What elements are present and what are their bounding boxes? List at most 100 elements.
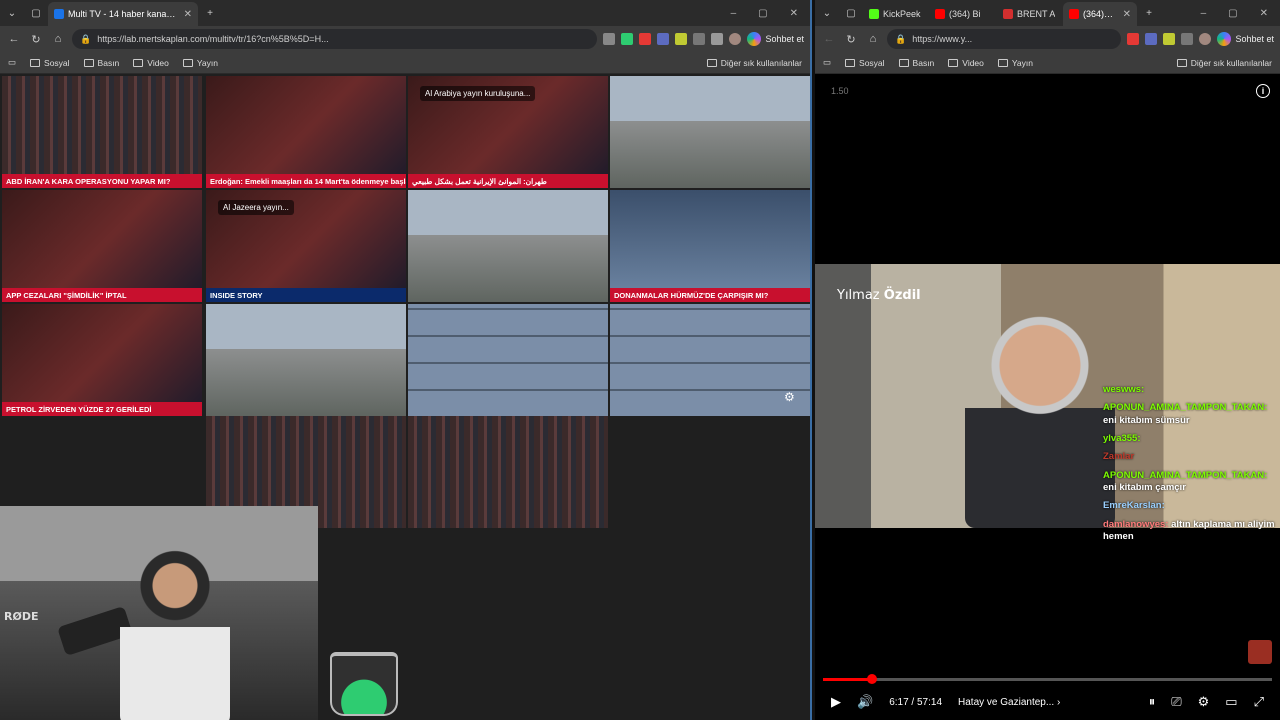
- bookmark-folder[interactable]: Sosyal: [30, 58, 70, 68]
- extension-icon[interactable]: [1163, 33, 1176, 45]
- tv-channel-tile[interactable]: [408, 416, 608, 528]
- theater-icon[interactable]: ▭: [1225, 694, 1237, 710]
- tv-channel-tile[interactable]: DONANMALAR HÜRMÜZ'DE ÇARPIŞIR MI?: [610, 190, 810, 302]
- tv-channel-tile[interactable]: [206, 304, 406, 416]
- bookmark-folder[interactable]: Video: [948, 58, 984, 68]
- tv-channel-tile[interactable]: Al Jazeera yayın... INSIDE STORY: [206, 190, 406, 302]
- chat-username: Zamlar: [1103, 451, 1135, 463]
- bookmark-label: Yayın: [196, 57, 218, 68]
- news-ticker: APP CEZALARI "ŞİMDİLİK" İPTAL: [2, 288, 202, 302]
- close-window-icon[interactable]: ✕: [1260, 8, 1268, 19]
- url-field[interactable]: 🔒 https://www.y...: [887, 29, 1122, 49]
- lock-icon: 🔒: [80, 33, 92, 44]
- minimize-icon[interactable]: –: [731, 8, 737, 19]
- back-icon[interactable]: ←: [6, 33, 22, 45]
- tab-multitv[interactable]: Multi TV - 14 haber kanalını aynı anda i…: [48, 2, 198, 26]
- tv-channel-tile[interactable]: Al Arabiya yayın kuruluşuna... طهران: الم…: [408, 76, 608, 188]
- new-tab-icon[interactable]: +: [1137, 0, 1161, 26]
- tv-channel-tile[interactable]: [610, 304, 810, 416]
- bookmark-folder[interactable]: Yayın: [182, 57, 218, 68]
- extension-icon[interactable]: [657, 33, 670, 45]
- tab-bar: ⌄ ▢ KickPeek (364) Bi BRENT A (364) İdi …: [815, 0, 1280, 26]
- copilot-chat-button[interactable]: Sohbet et: [1217, 32, 1274, 46]
- tab-youtube-2[interactable]: (364) İdi ✕: [1063, 2, 1137, 26]
- home-icon[interactable]: ⌂: [50, 33, 66, 45]
- workspaces-icon[interactable]: ▢: [24, 0, 48, 26]
- url-field[interactable]: 🔒 https://lab.mertskaplan.com/multitv/tr…: [72, 29, 598, 49]
- maximize-icon[interactable]: ▢: [1228, 8, 1237, 19]
- extensions: [603, 33, 742, 45]
- close-tab-icon[interactable]: ✕: [184, 9, 192, 20]
- reading-list-icon[interactable]: ▭: [8, 57, 16, 68]
- chapter-title[interactable]: Hatay ve Gaziantep... ›: [958, 697, 1060, 708]
- other-favorites[interactable]: Diğer sık kullanılanlar: [706, 58, 802, 68]
- info-icon[interactable]: i: [1256, 84, 1270, 98]
- chat-message: Zamlar: [1103, 451, 1280, 463]
- channel-tag: Al Arabiya yayın kuruluşuna...: [420, 86, 536, 102]
- news-ticker: Erdoğan: Emekli maaşları da 14 Mart'ta ö…: [206, 174, 406, 188]
- tab-actions-icon[interactable]: ⌄: [815, 0, 839, 26]
- tab-actions-icon[interactable]: ⌄: [0, 0, 24, 26]
- tv-channel-tile[interactable]: APP CEZALARI "ŞİMDİLİK" İPTAL: [2, 190, 202, 302]
- back-icon[interactable]: ←: [821, 33, 837, 45]
- gear-icon[interactable]: ⚙: [784, 390, 795, 404]
- new-tab-icon[interactable]: +: [198, 0, 222, 26]
- maximize-icon[interactable]: ▢: [758, 8, 767, 19]
- reading-list-icon[interactable]: ▭: [823, 57, 831, 68]
- chat-username: damlanowyes:: [1103, 518, 1169, 530]
- extension-icon[interactable]: [1145, 33, 1158, 45]
- video-player[interactable]: 1.50 i Yılmaz Özdil weswws: APONUN_AMINA_…: [815, 74, 1280, 720]
- folder-icon: [1176, 58, 1187, 67]
- avatar[interactable]: [1199, 33, 1212, 45]
- bookmark-folder[interactable]: Basın: [898, 57, 935, 68]
- avatar[interactable]: [729, 33, 742, 45]
- progress-scrubber[interactable]: [867, 674, 878, 684]
- copilot-chat-button[interactable]: Sohbet et: [747, 32, 804, 46]
- extension-icon[interactable]: [603, 33, 616, 45]
- extension-icon[interactable]: [639, 33, 652, 45]
- tab-kickpeek[interactable]: KickPeek: [863, 2, 929, 26]
- home-icon[interactable]: ⌂: [865, 33, 881, 45]
- bookmark-folder[interactable]: Yayın: [997, 57, 1033, 68]
- subtitles-icon[interactable]: ⎚: [1171, 694, 1181, 710]
- chat-username: ylva355:: [1103, 433, 1141, 445]
- tab-youtube-1[interactable]: (364) Bi: [929, 2, 997, 26]
- volume-icon[interactable]: 🔊: [857, 694, 873, 710]
- bookmark-folder[interactable]: Basın: [83, 58, 119, 68]
- tv-channel-tile[interactable]: [408, 190, 608, 302]
- tv-channel-tile[interactable]: [408, 304, 608, 416]
- tv-channel-tile[interactable]: [610, 76, 810, 188]
- extension-icon[interactable]: [621, 33, 634, 45]
- multitv-favicon-icon: [54, 9, 64, 19]
- url-text: https://lab.mertskaplan.com/multitv/tr/1…: [97, 34, 329, 44]
- progress-bar[interactable]: [823, 674, 1272, 684]
- youtube-favicon-icon: [1069, 9, 1079, 19]
- tab-label: KickPeek: [883, 9, 921, 19]
- tv-channel-tile[interactable]: PETROL ZİRVEDEN YÜZDE 27 GERİLEDİ: [2, 304, 202, 416]
- bookmark-label: Basın: [912, 57, 935, 68]
- close-window-icon[interactable]: ✕: [790, 8, 798, 19]
- favorites-icon[interactable]: [711, 33, 724, 45]
- minimize-icon[interactable]: –: [1201, 8, 1207, 19]
- bookmark-folder[interactable]: Video: [133, 58, 169, 68]
- extension-icon[interactable]: [693, 33, 706, 45]
- refresh-icon[interactable]: ↻: [843, 33, 859, 46]
- other-favorites[interactable]: Diğer sık kullanılanlar: [1176, 58, 1272, 68]
- extension-icon[interactable]: [1181, 33, 1194, 45]
- bookmark-folder[interactable]: Sosyal: [845, 58, 885, 68]
- settings-icon[interactable]: ⚙: [1198, 694, 1210, 710]
- fullscreen-icon[interactable]: ⤢: [1254, 694, 1264, 710]
- candy-jar: [330, 652, 398, 716]
- speaker-last-name: Özdil: [883, 288, 921, 303]
- bookmark-label: Yayın: [1011, 57, 1033, 68]
- close-tab-icon[interactable]: ✕: [1123, 9, 1131, 20]
- workspaces-icon[interactable]: ▢: [839, 0, 863, 26]
- extension-icon[interactable]: [1127, 33, 1140, 45]
- extension-icon[interactable]: [675, 33, 688, 45]
- address-bar: ← ↻ ⌂ 🔒 https://www.y... Sohbet et: [815, 26, 1280, 52]
- play-icon[interactable]: ▶: [831, 694, 841, 710]
- tv-channel-tile[interactable]: ABD İRAN'A KARA OPERASYONU YAPAR MI?: [2, 76, 202, 188]
- tv-channel-tile[interactable]: Erdoğan: Emekli maaşları da 14 Mart'ta ö…: [206, 76, 406, 188]
- refresh-icon[interactable]: ↻: [28, 33, 44, 46]
- tab-brent[interactable]: BRENT A: [997, 2, 1063, 26]
